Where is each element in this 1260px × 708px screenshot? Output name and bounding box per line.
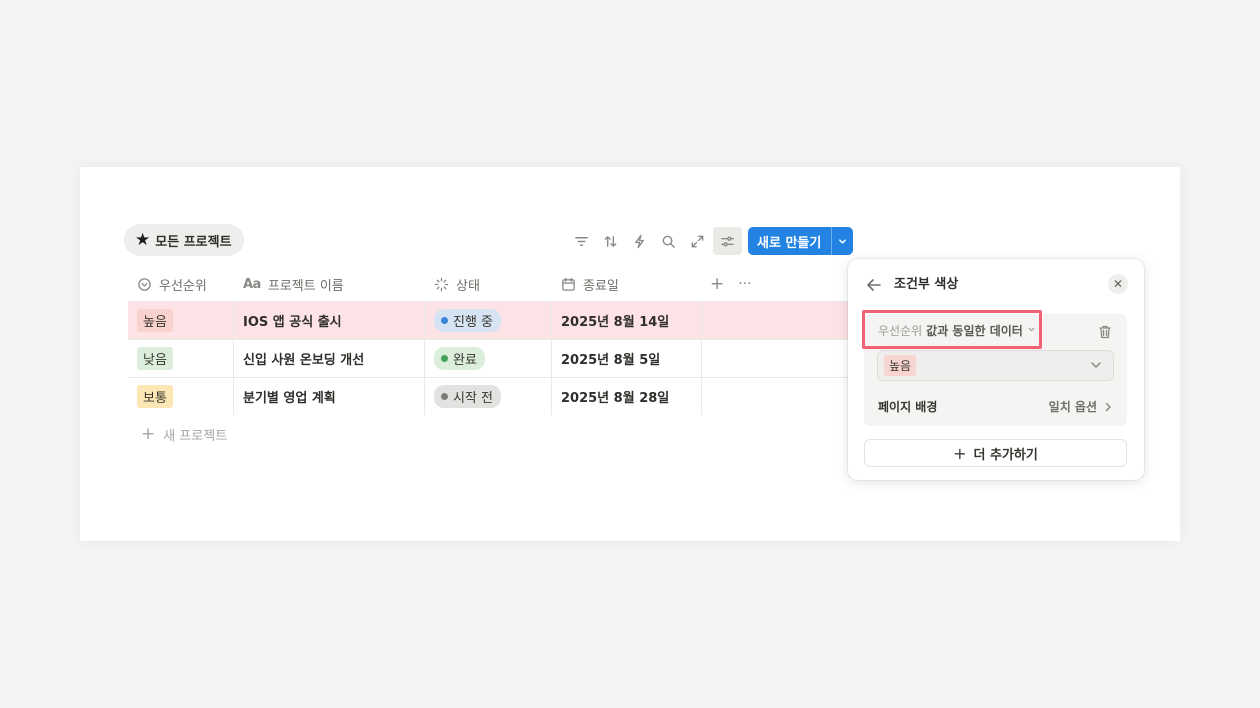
status-badge: 시작 전 xyxy=(434,385,502,408)
toolbar: 새로 만들기 xyxy=(567,227,854,255)
calendar-icon xyxy=(562,277,575,291)
panel-title: 조건부 색상 xyxy=(894,277,959,292)
projects-table: 우선순위 Aa 프로젝트 이름 상태 종료일 + ··· 높음 IOS 앱 공식… xyxy=(128,267,852,453)
status-label: 시작 전 xyxy=(453,391,494,406)
priority-tag: 보통 xyxy=(137,385,173,408)
table-header: 우선순위 Aa 프로젝트 이름 상태 종료일 + ··· xyxy=(128,267,852,301)
cell-due: 2025년 8월 5일 xyxy=(552,340,702,377)
cell-empty xyxy=(702,302,852,339)
condition-text: 값과 동일한 데이터 xyxy=(926,324,1023,338)
chevron-down-icon[interactable] xyxy=(831,227,853,255)
header-status[interactable]: 상태 xyxy=(425,267,552,301)
cell-due: 2025년 8월 14일 xyxy=(552,302,702,339)
header-name[interactable]: Aa 프로젝트 이름 xyxy=(234,267,425,301)
add-more-button[interactable]: + 더 추가하기 xyxy=(864,439,1127,467)
cell-status: 완료 xyxy=(425,340,552,377)
chevron-right-icon xyxy=(1105,402,1111,411)
cell-due: 2025년 8월 28일 xyxy=(552,378,702,415)
back-arrow-icon[interactable] xyxy=(864,275,884,295)
expand-icon[interactable] xyxy=(683,227,712,255)
cell-empty xyxy=(702,340,852,377)
text-type-icon: Aa xyxy=(243,276,261,292)
star-icon: ★ xyxy=(135,229,151,250)
more-options-icon[interactable]: ··· xyxy=(738,276,751,292)
header-due[interactable]: 종료일 xyxy=(552,267,702,301)
sort-icon[interactable] xyxy=(596,227,625,255)
due-date: 2025년 8월 28일 xyxy=(561,391,670,406)
status-dot-icon xyxy=(441,355,448,362)
project-name: 신입 사원 온보딩 개선 xyxy=(243,353,365,368)
condition-rule-box: 우선순위 값과 동일한 데이터 높음 페이지 배경 일치 옵션 xyxy=(862,310,1127,426)
table-row[interactable]: 높음 IOS 앱 공식 출시 진행 중 2025년 8월 14일 xyxy=(128,301,852,339)
cell-empty xyxy=(702,378,852,415)
value-select[interactable]: 높음 xyxy=(877,350,1114,381)
cell-name: 분기별 영업 계획 xyxy=(234,378,425,415)
header-due-label: 종료일 xyxy=(583,278,619,294)
header-actions: + ··· xyxy=(702,267,752,301)
chevron-down-icon xyxy=(1027,325,1036,337)
project-name: 분기별 영업 계획 xyxy=(243,391,336,406)
project-name: IOS 앱 공식 출시 xyxy=(243,315,342,330)
status-dot-icon xyxy=(441,317,448,324)
page-background-option[interactable]: 일치 옵션 xyxy=(1049,398,1113,415)
close-icon[interactable]: ✕ xyxy=(1108,274,1128,294)
page-background-value: 일치 옵션 xyxy=(1048,400,1097,414)
cell-status: 시작 전 xyxy=(425,378,552,415)
cell-priority: 보통 xyxy=(128,378,234,415)
trash-icon[interactable] xyxy=(1097,324,1113,340)
plus-icon: + xyxy=(141,424,156,444)
chevron-down-icon xyxy=(1091,362,1101,368)
table-row[interactable]: 보통 분기별 영업 계획 시작 전 2025년 8월 28일 xyxy=(128,377,852,415)
status-spinner-icon xyxy=(434,277,449,291)
conditional-color-panel: 조건부 색상 ✕ 우선순위 값과 동일한 데이터 높음 페이지 배경 일치 옵션… xyxy=(848,259,1144,480)
priority-tag: 낮음 xyxy=(137,347,173,370)
new-button-main[interactable]: 새로 만들기 xyxy=(748,227,831,255)
condition-selector[interactable]: 우선순위 값과 동일한 데이터 xyxy=(878,322,1036,339)
status-badge: 완료 xyxy=(434,347,485,370)
header-status-label: 상태 xyxy=(456,278,480,294)
settings-sliders-icon[interactable] xyxy=(713,227,742,255)
status-dot-icon xyxy=(441,393,448,400)
header-name-label: 프로젝트 이름 xyxy=(267,278,344,294)
selected-value-tag: 높음 xyxy=(884,355,917,376)
due-date: 2025년 8월 5일 xyxy=(561,353,661,368)
view-tab-all-projects[interactable]: ★ 모든 프로젝트 xyxy=(124,224,244,256)
cell-priority: 높음 xyxy=(128,302,234,339)
automation-bolt-icon[interactable] xyxy=(625,227,654,255)
new-button: 새로 만들기 xyxy=(748,227,854,255)
header-priority-label: 우선순위 xyxy=(159,278,207,294)
priority-tag: 높음 xyxy=(137,309,173,332)
new-project-row[interactable]: + 새 프로젝트 xyxy=(128,415,852,453)
page-background-label: 페이지 배경 xyxy=(878,400,938,414)
add-more-label: 더 추가하기 xyxy=(973,447,1038,463)
add-property-icon[interactable]: + xyxy=(710,274,724,294)
cell-status: 진행 중 xyxy=(425,302,552,339)
search-icon[interactable] xyxy=(654,227,683,255)
cell-name: IOS 앱 공식 출시 xyxy=(234,302,425,339)
status-label: 완료 xyxy=(453,353,477,368)
table-row[interactable]: 낮음 신입 사원 온보딩 개선 완료 2025년 8월 5일 xyxy=(128,339,852,377)
new-project-label: 새 프로젝트 xyxy=(163,428,228,444)
condition-field: 우선순위 xyxy=(878,324,923,338)
header-priority[interactable]: 우선순위 xyxy=(128,267,234,301)
view-tab-label: 모든 프로젝트 xyxy=(155,234,232,250)
due-date: 2025년 8월 14일 xyxy=(561,315,670,330)
cell-name: 신입 사원 온보딩 개선 xyxy=(234,340,425,377)
cell-priority: 낮음 xyxy=(128,340,234,377)
plus-icon: + xyxy=(953,443,967,463)
filter-icon[interactable] xyxy=(567,227,596,255)
status-badge: 진행 중 xyxy=(434,309,502,332)
select-circle-icon xyxy=(138,277,151,291)
status-label: 진행 중 xyxy=(453,315,494,330)
